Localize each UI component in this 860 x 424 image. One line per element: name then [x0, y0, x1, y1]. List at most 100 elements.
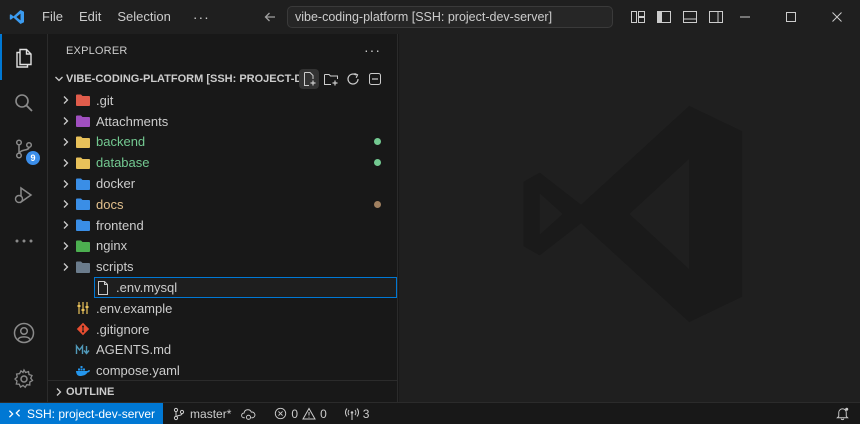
vscode-watermark-icon [523, 105, 743, 323]
editor-area[interactable] [399, 34, 860, 402]
git-status-dot [374, 159, 381, 167]
menu-file[interactable]: File [34, 0, 71, 34]
file-tree: .git Attachments backend database docker docs… [48, 90, 397, 381]
remote-icon [8, 409, 21, 418]
remote-label: SSH: project-dev-server [27, 406, 156, 421]
folder-item-scripts[interactable]: scripts [48, 256, 397, 277]
new-file-icon[interactable] [299, 69, 319, 89]
outline-section-header[interactable]: OUTLINE [48, 380, 397, 402]
folder-icon [74, 134, 92, 150]
new-folder-icon[interactable] [321, 69, 341, 89]
folder-item-nginx[interactable]: nginx [48, 236, 397, 257]
chevron-right-icon[interactable] [58, 157, 74, 169]
run-debug-icon[interactable] [0, 172, 48, 218]
chevron-right-icon[interactable] [58, 261, 74, 273]
folder-item-docs[interactable]: docs [48, 194, 397, 215]
error-icon [275, 407, 287, 420]
tree-item-label: Attachments [96, 113, 169, 129]
settings-gear-icon[interactable] [0, 356, 48, 402]
chevron-right-icon[interactable] [58, 198, 74, 210]
chevron-right-icon[interactable] [58, 115, 74, 127]
docker-icon [74, 363, 92, 379]
tree-item-label: docs [96, 196, 124, 212]
folder-icon [74, 176, 92, 192]
sync-indicator[interactable] [236, 403, 261, 424]
folder-item-dot-git[interactable]: .git [48, 90, 397, 111]
tree-item-label: backend [96, 134, 146, 150]
activity-bar: 9 [0, 34, 48, 402]
folder-item-docker[interactable]: docker [48, 173, 397, 194]
git-branch-icon [173, 407, 185, 420]
file-item-compose-yaml[interactable]: compose.yaml [48, 360, 397, 381]
git-status-dot [374, 138, 381, 146]
source-control-icon[interactable]: 9 [0, 126, 48, 172]
explorer-icon[interactable] [0, 34, 48, 80]
toggle-primary-sidebar-icon[interactable] [654, 7, 674, 27]
remote-indicator[interactable]: SSH: project-dev-server [0, 402, 164, 424]
folder-icon [74, 92, 92, 108]
more-icon[interactable] [0, 218, 48, 264]
customize-layout-icon[interactable] [628, 7, 648, 27]
file-item-dot-env-example[interactable]: .env.example [48, 298, 397, 319]
search-icon[interactable] [0, 80, 48, 126]
warning-count: 0 [320, 406, 327, 421]
back-arrow-icon[interactable] [258, 5, 282, 29]
file-icon [94, 280, 112, 296]
folder-icon [74, 217, 92, 233]
problems-indicator[interactable]: 0 0 [269, 403, 331, 424]
refresh-icon[interactable] [343, 69, 363, 89]
command-center-search[interactable]: vibe-coding-platform [SSH: project-dev-s… [287, 6, 613, 28]
toggle-panel-icon[interactable] [680, 7, 700, 27]
ports-indicator[interactable]: 3 [340, 403, 375, 424]
tree-item-label: database [96, 155, 150, 171]
minimize-icon[interactable] [722, 0, 768, 34]
chevron-right-icon [52, 386, 66, 398]
chevron-right-icon[interactable] [58, 219, 74, 231]
warning-icon [302, 407, 316, 420]
file-item-agents-md[interactable]: AGENTS.md [48, 340, 397, 361]
tree-item-label: scripts [96, 259, 134, 275]
git-status-dot [374, 200, 381, 208]
account-icon[interactable] [0, 310, 48, 356]
tree-item-label: .env.mysql [116, 280, 178, 296]
folder-icon [74, 113, 92, 129]
close-icon[interactable] [814, 0, 860, 34]
menu-selection[interactable]: Selection [109, 0, 178, 34]
tree-item-label: nginx [96, 238, 128, 254]
tree-item-label: AGENTS.md [96, 342, 172, 358]
file-item-dot-gitignore[interactable]: .gitignore [48, 319, 397, 340]
ports-count: 3 [362, 406, 370, 421]
notifications-bell-icon[interactable] [835, 406, 850, 424]
git-icon [74, 321, 92, 337]
branch-indicator[interactable]: master* [167, 403, 236, 424]
tree-item-label: .env.example [96, 300, 173, 316]
tree-item-label: .gitignore [96, 321, 150, 337]
vscode-logo-icon [0, 0, 34, 34]
maximize-icon[interactable] [768, 0, 814, 34]
chevron-down-icon [52, 73, 66, 85]
folder-icon [74, 196, 92, 212]
workspace-root-header[interactable]: VIBE-CODING-PLATFORM [SSH: PROJECT-DE... [48, 68, 397, 90]
menu-edit[interactable]: Edit [71, 0, 109, 34]
menu-more-icon[interactable]: ··· [185, 9, 218, 25]
chevron-right-icon[interactable] [58, 94, 74, 106]
file-item-dot-env-mysql[interactable]: .env.mysql [94, 277, 397, 298]
env-icon [74, 300, 92, 316]
explorer-more-icon[interactable]: ··· [364, 42, 381, 58]
folder-item-backend[interactable]: backend [48, 132, 397, 153]
tree-item-label: docker [96, 176, 136, 192]
folder-item-database[interactable]: database [48, 152, 397, 173]
error-count: 0 [291, 406, 299, 421]
tree-item-label: .git [96, 92, 114, 108]
tree-item-label: compose.yaml [96, 363, 180, 379]
chevron-right-icon[interactable] [58, 240, 74, 252]
title-bar: File Edit Selection ··· vibe-coding-plat… [0, 0, 860, 34]
collapse-all-icon[interactable] [365, 69, 385, 89]
folder-item-frontend[interactable]: frontend [48, 215, 397, 236]
explorer-title: EXPLORER [66, 45, 128, 57]
status-bar: SSH: project-dev-server master* 0 0 3 [0, 402, 860, 424]
chevron-right-icon[interactable] [58, 136, 74, 148]
broadcast-icon [344, 407, 359, 420]
folder-item-attachments[interactable]: Attachments [48, 111, 397, 132]
chevron-right-icon[interactable] [58, 178, 74, 190]
